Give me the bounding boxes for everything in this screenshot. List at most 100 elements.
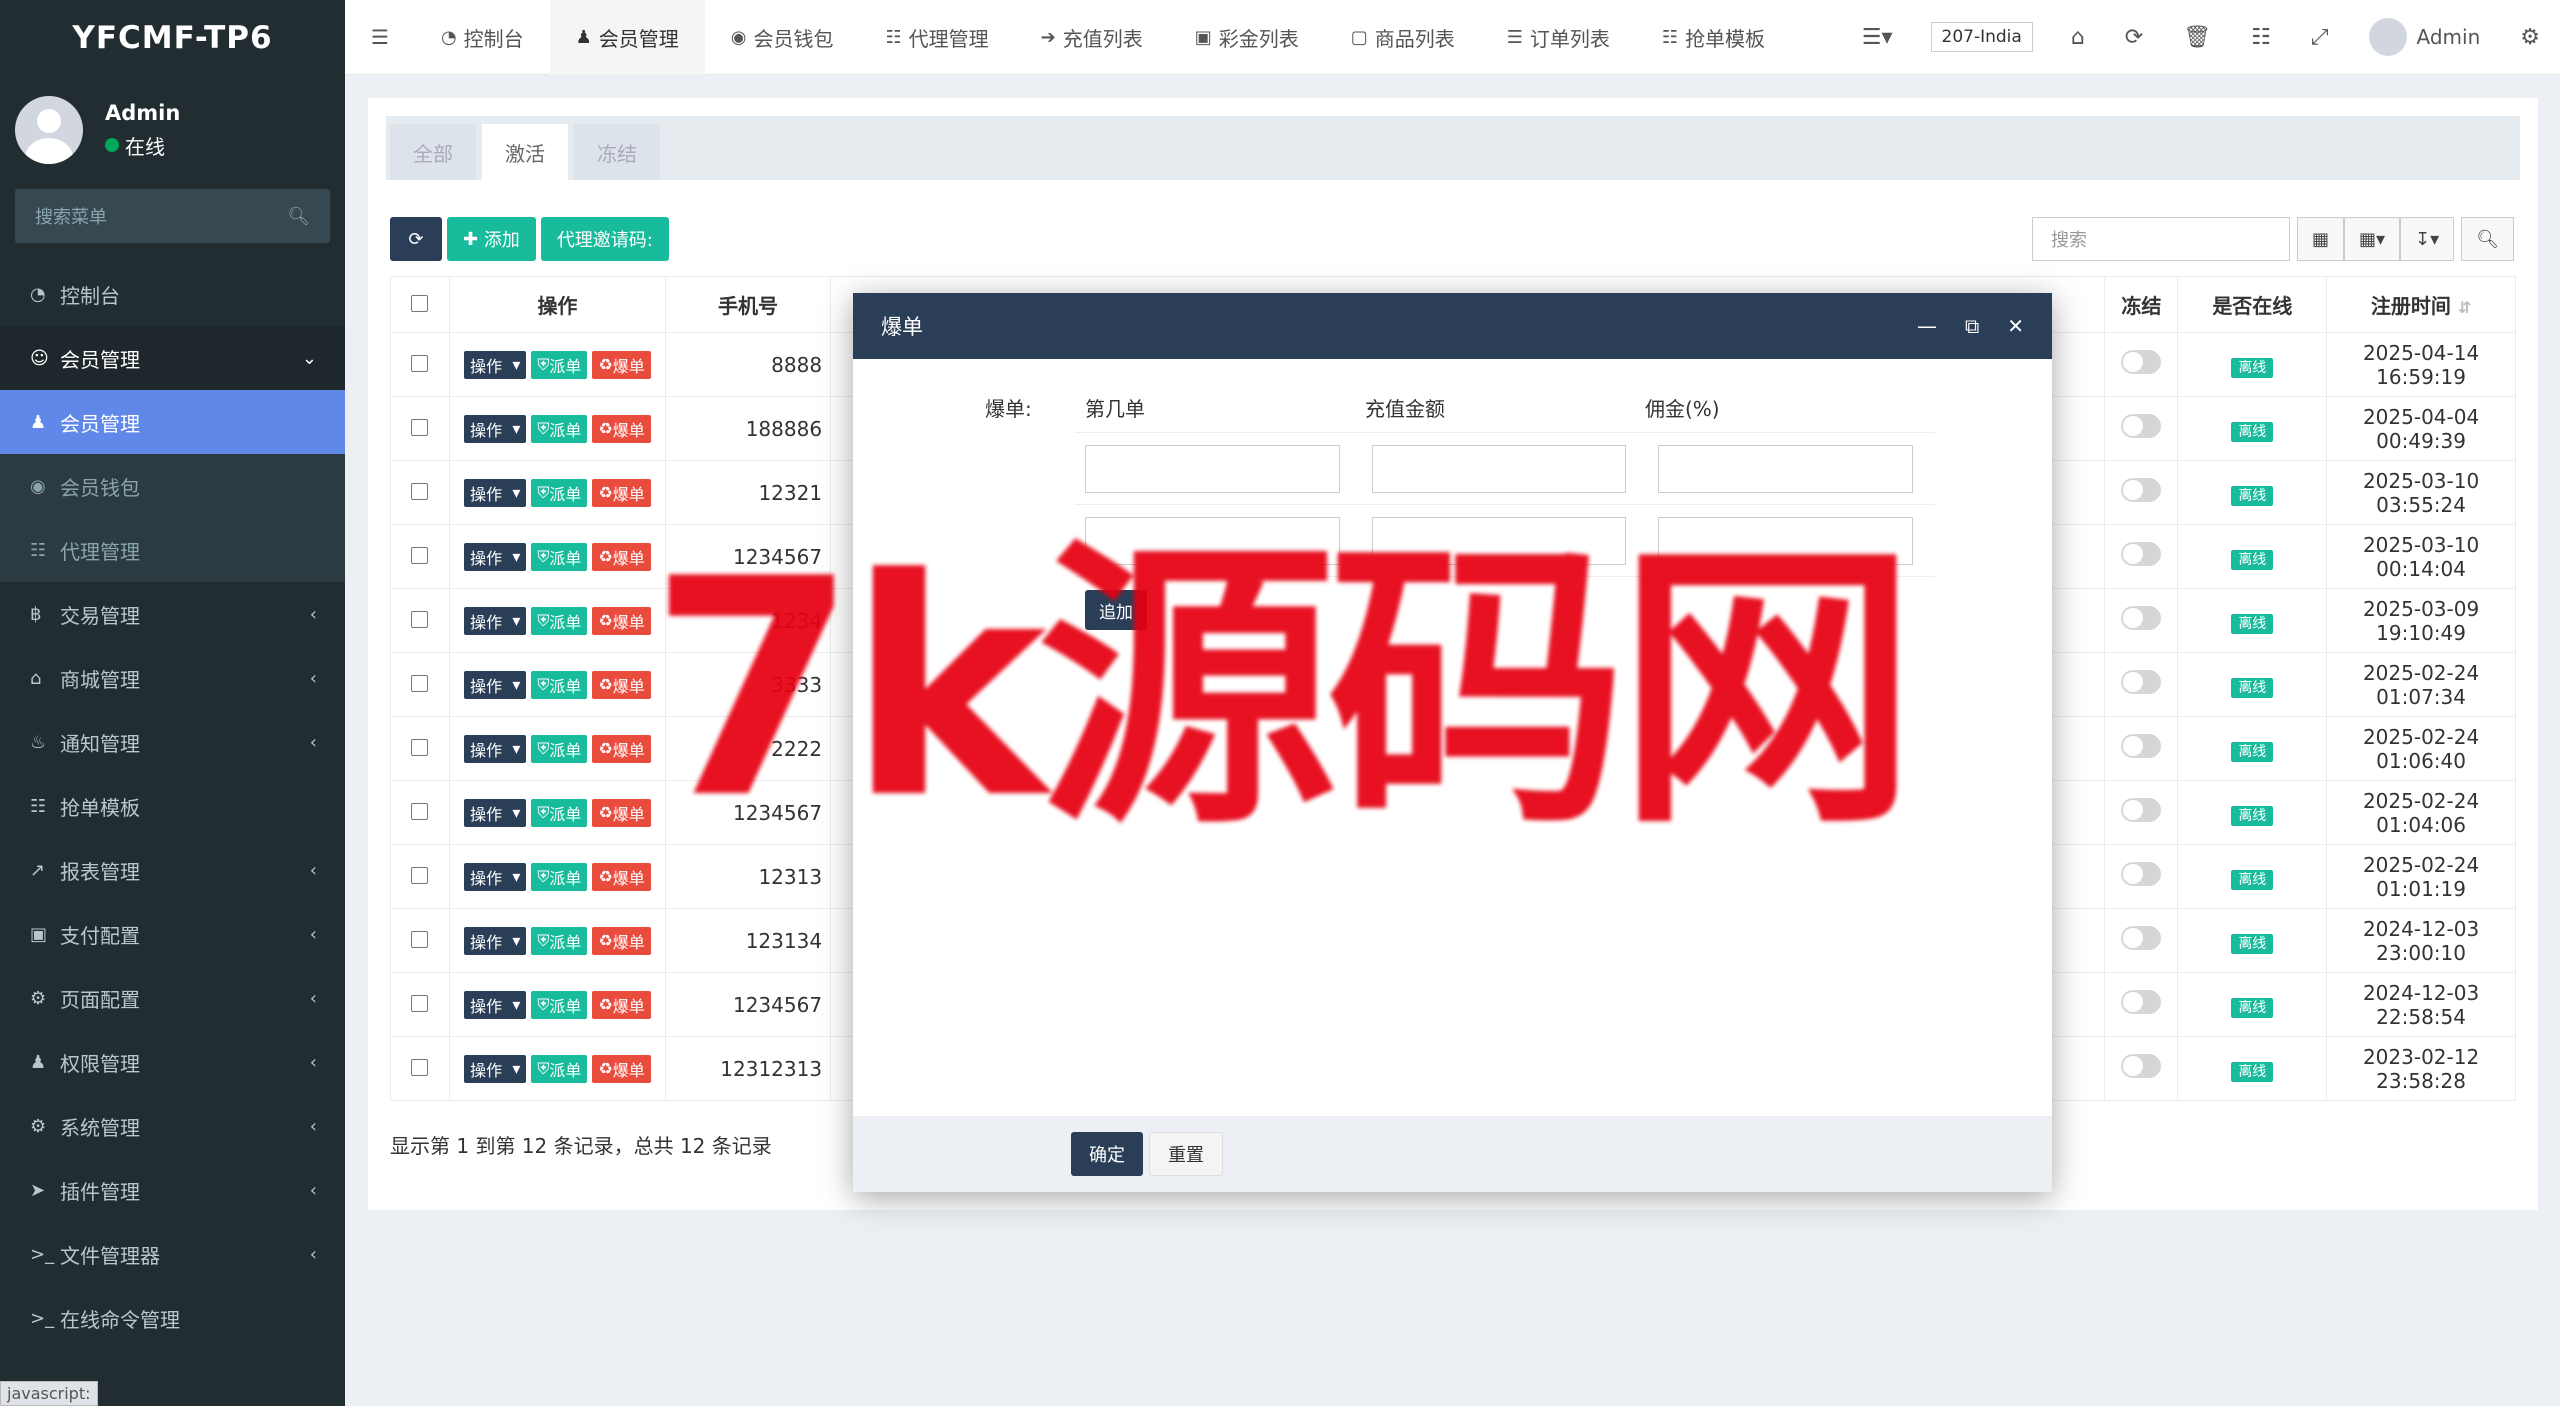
- sidebar-item[interactable]: >_ 在线命令管理: [0, 1286, 345, 1350]
- row-checkbox[interactable]: [411, 802, 429, 820]
- fullscreen-icon[interactable]: ⤢: [2291, 25, 2349, 50]
- nav-tab[interactable]: ➔ 充值列表: [1015, 0, 1169, 75]
- frozen-toggle[interactable]: [2121, 542, 2162, 566]
- dispatch-button[interactable]: ⛨ 派单: [531, 862, 588, 891]
- dispatch-button[interactable]: ⛨ 派单: [531, 734, 588, 763]
- refresh-icon[interactable]: ⟳: [2105, 25, 2163, 50]
- row-checkbox[interactable]: [411, 482, 429, 500]
- row-checkbox[interactable]: [411, 738, 429, 756]
- trash-icon[interactable]: 🗑︎: [2163, 25, 2231, 50]
- frozen-toggle[interactable]: [2121, 990, 2162, 1014]
- sidebar-toggle-button[interactable]: ☰: [345, 0, 415, 75]
- row-select-cell[interactable]: [390, 460, 450, 525]
- sidebar-item[interactable]: ฿ 交易管理 ‹: [0, 582, 345, 646]
- sidebar-item[interactable]: ◔ 控制台: [0, 262, 345, 326]
- action-dropdown-button[interactable]: 操作 ▾: [464, 606, 527, 635]
- row-select-cell[interactable]: [390, 588, 450, 653]
- nav-user-menu[interactable]: Admin: [2349, 18, 2501, 56]
- action-dropdown-button[interactable]: 操作 ▾: [464, 1054, 527, 1083]
- row-select-cell[interactable]: [390, 716, 450, 781]
- translate-icon[interactable]: ☷: [2231, 25, 2291, 50]
- menu-search-input[interactable]: 搜索菜单 🔍︎: [15, 189, 330, 243]
- row-checkbox[interactable]: [411, 418, 429, 436]
- row-select-cell[interactable]: [390, 396, 450, 461]
- dispatch-button[interactable]: ⛨ 派单: [531, 670, 588, 699]
- row-checkbox[interactable]: [411, 1058, 429, 1076]
- minimize-icon[interactable]: —: [1917, 314, 1937, 338]
- action-dropdown-button[interactable]: 操作 ▾: [464, 926, 527, 955]
- action-dropdown-button[interactable]: 操作 ▾: [464, 478, 527, 507]
- sidebar-item[interactable]: >_ 文件管理器 ‹: [0, 1222, 345, 1286]
- commission-input[interactable]: [1658, 444, 1914, 493]
- frozen-toggle[interactable]: [2121, 798, 2162, 822]
- burst-button[interactable]: ♻ 爆单: [592, 734, 651, 763]
- row-checkbox[interactable]: [411, 354, 429, 372]
- col-reg-time[interactable]: 注册时间 ⇵: [2326, 276, 2516, 333]
- dispatch-button[interactable]: ⛨ 派单: [531, 990, 588, 1019]
- sidebar-item[interactable]: ⚙ 页面配置 ‹: [0, 966, 345, 1030]
- nav-tab[interactable]: ♟ 会员管理: [549, 0, 705, 75]
- row-select-cell[interactable]: [390, 780, 450, 845]
- sort-icon[interactable]: ⇵: [2458, 298, 2471, 317]
- nav-tab[interactable]: ▣ 彩金列表: [1169, 0, 1325, 75]
- burst-button[interactable]: ♻ 爆单: [592, 478, 651, 507]
- dispatch-button[interactable]: ⛨ 派单: [531, 926, 588, 955]
- dispatch-button[interactable]: ⛨ 派单: [531, 798, 588, 827]
- row-select-cell[interactable]: [390, 972, 450, 1037]
- filter-tab[interactable]: 冻结: [574, 124, 660, 180]
- row-select-cell[interactable]: [390, 652, 450, 717]
- action-dropdown-button[interactable]: 操作 ▾: [464, 670, 527, 699]
- action-dropdown-button[interactable]: 操作 ▾: [464, 542, 527, 571]
- sidebar-item[interactable]: ⚙ 系统管理 ‹: [0, 1094, 345, 1158]
- row-checkbox[interactable]: [411, 674, 429, 692]
- frozen-toggle[interactable]: [2121, 734, 2162, 758]
- frozen-toggle[interactable]: [2121, 926, 2162, 950]
- dispatch-button[interactable]: ⛨ 派单: [531, 350, 588, 379]
- filter-tab[interactable]: 全部: [390, 124, 476, 180]
- dispatch-button[interactable]: ⛨ 派单: [531, 542, 588, 571]
- search-icon[interactable]: 🔍︎: [287, 206, 310, 227]
- frozen-toggle[interactable]: [2121, 862, 2162, 886]
- sidebar-item[interactable]: ◉ 会员钱包: [0, 454, 345, 518]
- server-selector[interactable]: 207-India: [1930, 22, 2033, 52]
- burst-button[interactable]: ♻ 爆单: [592, 542, 651, 571]
- dispatch-button[interactable]: ⛨ 派单: [531, 606, 588, 635]
- row-checkbox[interactable]: [411, 546, 429, 564]
- action-dropdown-button[interactable]: 操作 ▾: [464, 734, 527, 763]
- row-checkbox[interactable]: [411, 930, 429, 948]
- search-input[interactable]: 搜索: [2031, 217, 2290, 261]
- frozen-toggle[interactable]: [2121, 350, 2162, 374]
- frozen-toggle[interactable]: [2121, 478, 2162, 502]
- col-phone[interactable]: 手机号: [664, 276, 832, 333]
- action-dropdown-button[interactable]: 操作 ▾: [464, 862, 527, 891]
- frozen-toggle[interactable]: [2121, 1054, 2162, 1078]
- export-button[interactable]: ↧▾: [2400, 217, 2455, 261]
- gear-icon[interactable]: ⚙: [2500, 25, 2560, 50]
- sidebar-item[interactable]: ⌂ 商城管理 ‹: [0, 646, 345, 710]
- burst-button[interactable]: ♻ 爆单: [592, 414, 651, 443]
- burst-button[interactable]: ♻ 爆单: [592, 990, 651, 1019]
- sidebar-item[interactable]: ↗ 报表管理 ‹: [0, 838, 345, 902]
- sidebar-item[interactable]: ☷ 抢单模板: [0, 774, 345, 838]
- row-checkbox[interactable]: [411, 866, 429, 884]
- burst-button[interactable]: ♻ 爆单: [592, 798, 651, 827]
- action-dropdown-button[interactable]: 操作 ▾: [464, 350, 527, 379]
- action-dropdown-button[interactable]: 操作 ▾: [464, 990, 527, 1019]
- dispatch-button[interactable]: ⛨ 派单: [531, 478, 588, 507]
- dispatch-button[interactable]: ⛨ 派单: [531, 414, 588, 443]
- frozen-toggle[interactable]: [2121, 606, 2162, 630]
- action-dropdown-button[interactable]: 操作 ▾: [464, 798, 527, 827]
- burst-button[interactable]: ♻ 爆单: [592, 670, 651, 699]
- nav-tab[interactable]: ◉ 会员钱包: [705, 0, 860, 75]
- confirm-button[interactable]: 确定: [1071, 1132, 1143, 1176]
- nav-tab[interactable]: ◔ 控制台: [415, 0, 550, 75]
- frozen-toggle[interactable]: [2121, 414, 2162, 438]
- close-icon[interactable]: ✕: [2007, 314, 2024, 338]
- refresh-button[interactable]: ⟳: [390, 217, 442, 261]
- nav-tab[interactable]: ☰ 订单列表: [1481, 0, 1636, 75]
- add-button[interactable]: ✚ 添加: [447, 217, 536, 261]
- invite-code-button[interactable]: 代理邀请码:: [540, 217, 669, 261]
- maximize-icon[interactable]: ⧉: [1965, 314, 1979, 338]
- reset-button[interactable]: 重置: [1149, 1132, 1223, 1176]
- home-icon[interactable]: ⌂: [2051, 25, 2105, 50]
